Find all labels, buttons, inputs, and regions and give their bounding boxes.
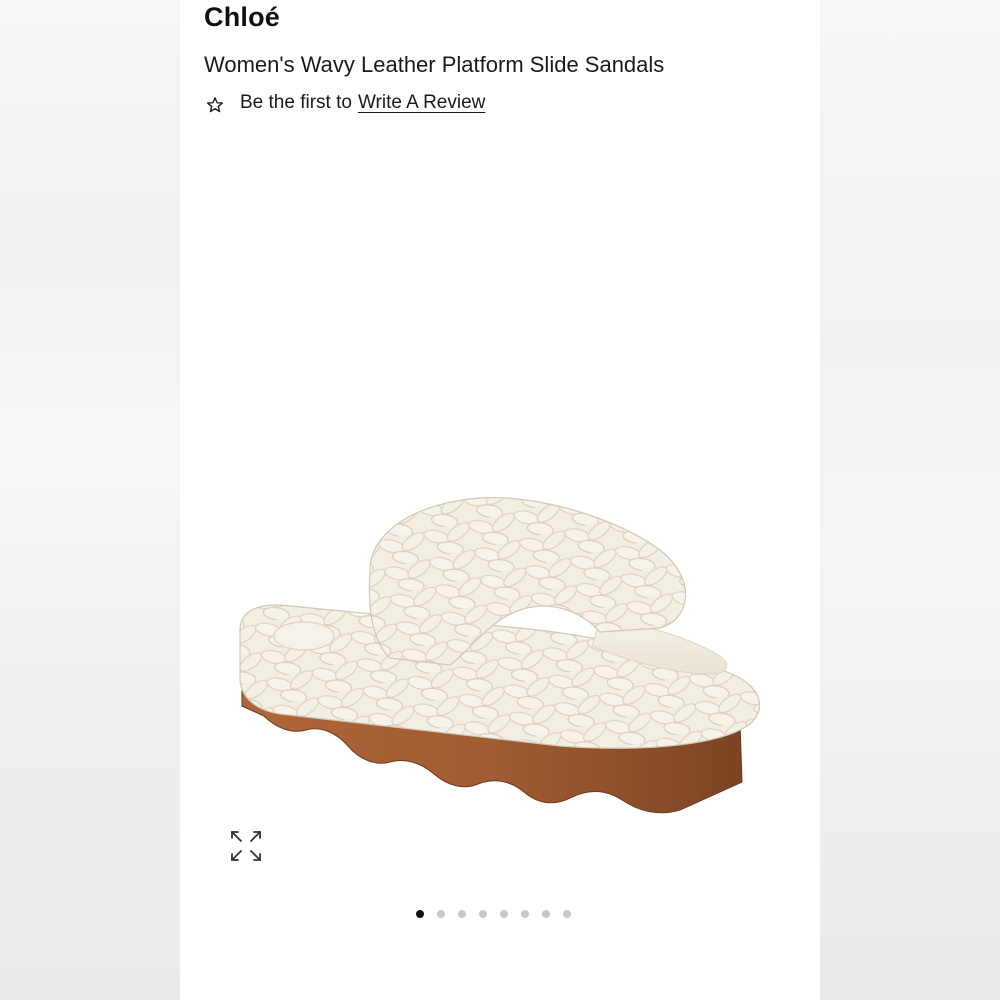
expand-arrows-icon[interactable] [228, 828, 264, 864]
write-review-link[interactable]: Write A Review [358, 92, 485, 114]
product-title: Women's Wavy Leather Platform Slide Sand… [204, 52, 665, 77]
carousel-dots [416, 910, 571, 918]
blurred-backdrop-left [0, 0, 180, 1000]
star-outline-icon [206, 96, 224, 112]
carousel-dot-7[interactable] [542, 910, 550, 918]
blurred-backdrop-right [820, 0, 1000, 1000]
brand-name: Chloé [204, 2, 281, 32]
review-prompt: Be the first to Write A Review [206, 92, 485, 114]
carousel-dot-5[interactable] [500, 910, 508, 918]
carousel-dot-3[interactable] [458, 910, 466, 918]
carousel-dot-1[interactable] [416, 910, 424, 918]
carousel-dot-4[interactable] [479, 910, 487, 918]
product-image[interactable] [220, 460, 780, 840]
carousel-dot-6[interactable] [521, 910, 529, 918]
product-page: Chloé Women's Wavy Leather Platform Slid… [180, 0, 820, 1000]
carousel-dot-8[interactable] [563, 910, 571, 918]
carousel-dot-2[interactable] [437, 910, 445, 918]
review-prefix-text: Be the first to [240, 92, 352, 113]
